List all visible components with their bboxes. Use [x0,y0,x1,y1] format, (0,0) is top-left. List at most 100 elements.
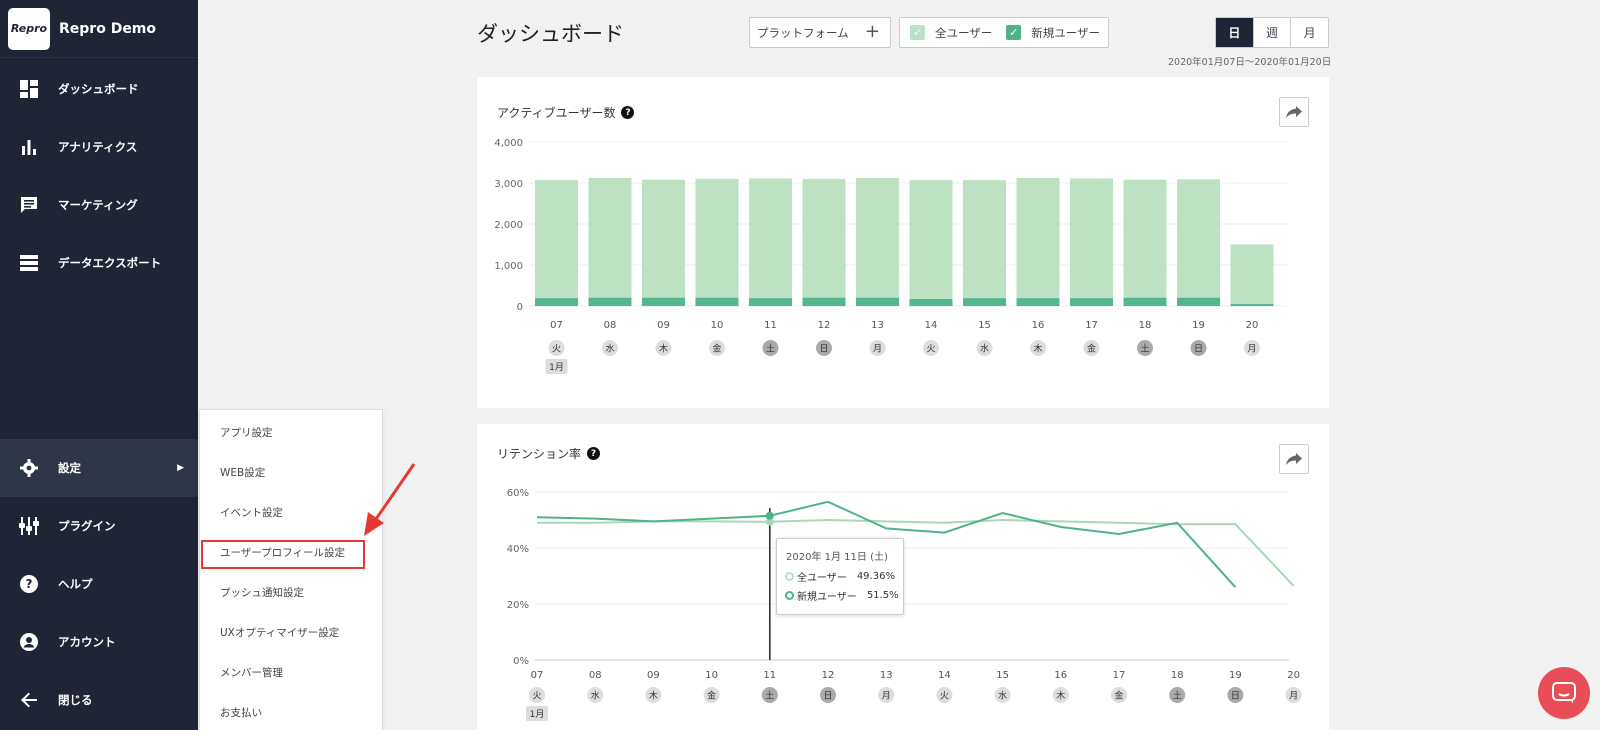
filter-new-users-label: 新規ユーザー [1031,25,1101,40]
x-tick-label: 14 [938,670,951,681]
weekday-label: 月 [882,691,891,702]
submenu-item-push-settings[interactable]: プッシュ通知設定 [200,572,382,612]
x-tick-label: 10 [705,670,718,681]
account-icon [0,633,58,651]
x-tick-label: 16 [1054,670,1067,681]
y-tick-label: 0% [513,656,529,667]
hover-point [765,511,774,520]
arrow-left-icon [0,692,58,708]
brand: Repro Repro Demo [0,0,198,58]
y-tick-label: 1,000 [494,261,523,272]
x-tick-label: 07 [531,670,544,681]
weekday-label: 金 [1087,343,1096,355]
sidebar-item-analytics[interactable]: アナリティクス [0,118,198,176]
sidebar-item-label: 閉じる [58,693,93,707]
x-tick-label: 12 [818,320,831,331]
submenu-item-event-settings[interactable]: イベント設定 [200,492,382,532]
x-tick-label: 20 [1246,320,1259,331]
filter-new-users[interactable]: ✓ 新規ユーザー [1006,25,1100,41]
x-tick-label: 19 [1229,670,1242,681]
y-tick-label: 20% [507,600,529,611]
sidebar-item-marketing[interactable]: マーケティング [0,176,198,234]
period-day-button[interactable]: 日 [1216,18,1253,47]
bar-new-users [802,297,846,306]
sidebar-item-label: マーケティング [58,198,138,212]
x-tick-label: 15 [978,320,991,331]
submenu-item-app-settings[interactable]: アプリ設定 [200,412,382,452]
bar-all-users [856,178,899,306]
sidebar-item-label: ヘルプ [58,577,93,591]
sidebar-item-account[interactable]: アカウント [0,613,198,671]
help-icon: ? [0,575,58,593]
app-logo[interactable]: Repro [8,7,50,50]
chart-tooltip: 2020年 1月 11日 (土) 全ユーザー 49.36% 新規ユーザー 51.… [776,538,904,615]
app-name[interactable]: Repro Demo [59,21,156,37]
sidebar-item-settings[interactable]: 設定 ▶ [0,439,198,497]
weekday-label: 火 [552,344,561,355]
bar-new-users [909,299,953,306]
bar-new-users [642,297,685,306]
bar-all-users [1070,178,1113,306]
filter-all-users[interactable]: ✓ 全ユーザー [910,25,992,41]
period-month-button[interactable]: 月 [1290,18,1328,47]
x-tick-label: 09 [647,670,660,681]
weekday-label: 土 [766,343,775,355]
chat-widget-button[interactable] [1538,667,1590,719]
x-tick-label: 07 [550,320,563,331]
sidebar-item-label: アナリティクス [58,140,138,154]
sidebar-item-label: データエクスポート [58,256,162,270]
submenu-item-web-settings[interactable]: WEB設定 [200,452,382,492]
x-tick-label: 19 [1192,320,1205,331]
weekday-label: 日 [1194,344,1203,355]
weekday-label: 火 [926,344,935,355]
y-tick-label: 0 [517,302,523,313]
bar-all-users [1177,179,1220,306]
bar-all-users [1016,178,1060,306]
bar-new-users [1177,297,1220,306]
weekday-label: 月 [873,344,882,355]
submenu-item-ux-optimizer-settings[interactable]: UXオプティマイザー設定 [200,612,382,652]
x-tick-label: 17 [1113,670,1126,681]
bar-all-users [802,178,846,306]
x-tick-label: 14 [925,320,938,331]
sidebar-item-close[interactable]: 閉じる [0,671,198,729]
weekday-label: 金 [1114,690,1123,702]
date-range: 2020年01月07日〜2020年01月20日 [1168,57,1332,68]
sidebar-item-plugin[interactable]: プラグイン [0,497,198,555]
sidebar-item-label: 設定 [58,461,81,475]
filter-all-users-label: 全ユーザー [935,25,993,40]
submenu-item-user-profile-settings[interactable]: ユーザープロフィール設定 [200,532,382,572]
active-users-card: アクティブユーザー数 ? 0 1,000 2,000 3,000 4,000 07 火 08 水… [477,77,1329,408]
page-title: ダッシュボード [477,22,624,46]
active-users-chart: 0 1,000 2,000 3,000 4,000 07 火 08 水 09 木 10 金 11 土 12 日 1… [494,138,1289,374]
month-label: 1月 [549,362,564,373]
legend-dot-icon [785,591,794,600]
x-tick-label: 09 [657,320,670,331]
sidebar-item-help[interactable]: ? ヘルプ [0,555,198,613]
x-tick-label: 10 [711,320,724,331]
submenu-item-billing[interactable]: お支払い [200,692,382,730]
sidebar-item-data-export[interactable]: データエクスポート [0,234,198,292]
tooltip-value: 49.36% [856,571,895,582]
tooltip-row-all-users: 全ユーザー 49.36% [785,569,895,584]
weekday-label: 水 [591,690,600,702]
sidebar-item-label: アカウント [58,635,116,649]
svg-text:?: ? [26,577,33,591]
plus-icon: + [864,21,880,42]
weekday-label: 木 [659,343,668,355]
submenu-item-member-management[interactable]: メンバー管理 [200,652,382,692]
bar-all-users [588,178,632,306]
weekday-label: 土 [1140,343,1149,355]
period-week-button[interactable]: 週 [1252,18,1291,47]
tooltip-value: 51.5% [866,590,899,601]
annotation-arrow [364,463,416,536]
x-tick-label: 08 [589,670,602,681]
y-tick-label: 60% [507,488,529,499]
weekday-label: 日 [1231,691,1240,702]
platform-filter-button[interactable]: プラットフォーム + [749,17,891,48]
sidebar-item-dashboard[interactable]: ダッシュボード [0,60,198,118]
x-tick-label: 15 [996,670,1009,681]
bar-new-users [588,297,632,306]
y-tick-label: 40% [507,544,529,555]
weekday-label: 土 [765,690,774,702]
